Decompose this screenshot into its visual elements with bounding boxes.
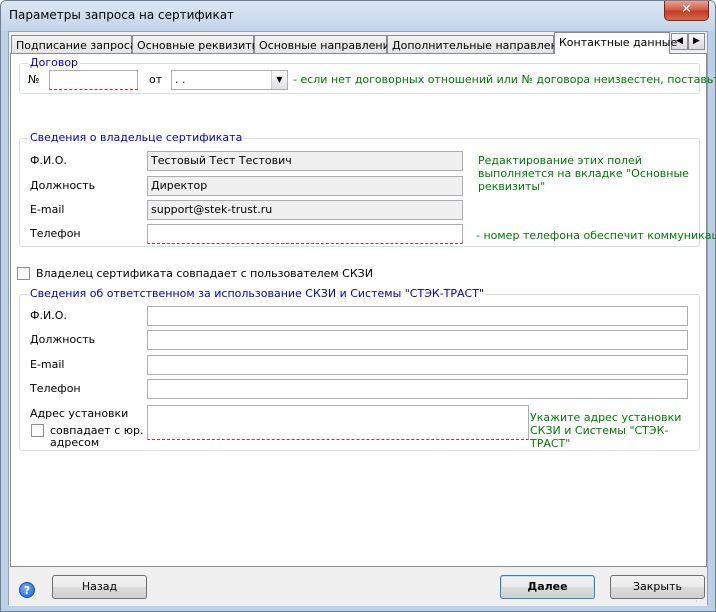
- chevron-right-icon: ▶: [693, 36, 700, 46]
- responsible-email-input[interactable]: [147, 355, 688, 375]
- tab-label: Основные реквизиты: [137, 39, 261, 52]
- owner-group: Сведения о владельце сертификата Ф.И.О. …: [19, 132, 715, 247]
- same-user-checkbox[interactable]: [17, 267, 30, 280]
- tab-signing-request[interactable]: Подписание запроса: [11, 35, 137, 54]
- tab-label: Основные направления: [259, 39, 397, 52]
- responsible-address-label: Адрес установки: [30, 407, 129, 420]
- responsible-position-label: Должность: [30, 333, 96, 346]
- owner-position-label: Должность: [30, 179, 96, 192]
- responsible-phone-label: Телефон: [30, 382, 81, 395]
- same-legal-address-checkbox[interactable]: [31, 424, 44, 437]
- bottom-button-bar: ? Назад Далее Закрыть ⋰: [9, 568, 707, 606]
- dialog-window: Параметры запроса на сертификат ✕ Подпис…: [0, 0, 716, 612]
- tab-main-details[interactable]: Основные реквизиты: [132, 35, 260, 54]
- responsible-phone-input[interactable]: [147, 379, 688, 399]
- tab-scroll-right-button[interactable]: ▶: [688, 33, 705, 50]
- tab-strip: Подписание запроса Основные реквизиты Ос…: [9, 32, 709, 54]
- contract-group-title: Договор: [28, 56, 81, 69]
- owner-email-label: E-mail: [30, 203, 65, 216]
- close-window-button[interactable]: ✕: [664, 1, 709, 21]
- close-button[interactable]: Закрыть: [610, 575, 705, 599]
- tab-main-directions[interactable]: Основные направления: [254, 35, 396, 54]
- responsible-group-title: Сведения об ответственном за использован…: [28, 287, 487, 300]
- help-icon[interactable]: ?: [19, 582, 35, 598]
- contract-hint: - если нет договорных отношений или № до…: [293, 73, 716, 86]
- contract-date-picker[interactable]: . . ▼: [171, 70, 288, 90]
- tab-label: Дополнительные направления: [392, 39, 572, 52]
- responsible-position-input[interactable]: [147, 330, 688, 350]
- owner-phone-label: Телефон: [30, 227, 81, 240]
- contract-number-input[interactable]: [49, 70, 138, 90]
- resize-grip-icon[interactable]: ⋰: [695, 594, 705, 604]
- back-button[interactable]: Назад: [52, 575, 147, 599]
- owner-email-field: support@stek-trust.ru: [147, 200, 463, 220]
- owner-phone-hint: - номер телефона обеспечит коммуникации: [476, 229, 716, 242]
- responsible-fio-label: Ф.И.О.: [30, 309, 67, 322]
- tab-label: Контактные данные: [559, 36, 678, 49]
- close-icon: ✕: [681, 2, 692, 17]
- owner-group-title: Сведения о владельце сертификата: [28, 131, 245, 144]
- owner-fio-label: Ф.И.О.: [30, 154, 67, 167]
- dialog-client-area: Подписание запроса Основные реквизиты Ос…: [8, 31, 715, 606]
- contract-date-value: . .: [175, 73, 186, 86]
- chevron-down-icon[interactable]: ▼: [271, 71, 287, 89]
- owner-position-field: Директор: [147, 176, 463, 196]
- tab-contact-data[interactable]: Контактные данные: [554, 32, 677, 54]
- next-button[interactable]: Далее: [500, 575, 595, 599]
- owner-fio-field: Тестовый Тест Тестович: [147, 151, 463, 171]
- window-title: Параметры запроса на сертификат: [9, 8, 235, 22]
- title-bar[interactable]: Параметры запроса на сертификат ✕: [1, 1, 715, 31]
- owner-edit-note: Редактирование этих полей выполняется на…: [478, 154, 689, 193]
- responsible-email-label: E-mail: [30, 358, 65, 371]
- responsible-fio-input[interactable]: [147, 306, 688, 326]
- responsible-address-input[interactable]: [147, 405, 529, 440]
- responsible-group: Сведения об ответственном за использован…: [19, 288, 700, 451]
- tab-additional-directions[interactable]: Дополнительные направления: [387, 35, 572, 54]
- owner-phone-input[interactable]: [147, 224, 463, 244]
- same-legal-address-label-line2[interactable]: адресом: [50, 436, 99, 449]
- contract-number-label: №: [28, 73, 40, 86]
- same-user-checkbox-label[interactable]: Владелец сертификата совпадает с пользов…: [36, 267, 373, 280]
- contract-date-label: от: [149, 73, 163, 86]
- responsible-address-hint: Укажите адрес установки СКЗИ и Системы "…: [530, 411, 682, 450]
- contract-group: Договор № от . . ▼ - если нет договорных…: [19, 57, 715, 94]
- tab-page-contact-data: Договор № от . . ▼ - если нет договорных…: [10, 53, 715, 567]
- tab-label: Подписание запроса: [16, 39, 137, 52]
